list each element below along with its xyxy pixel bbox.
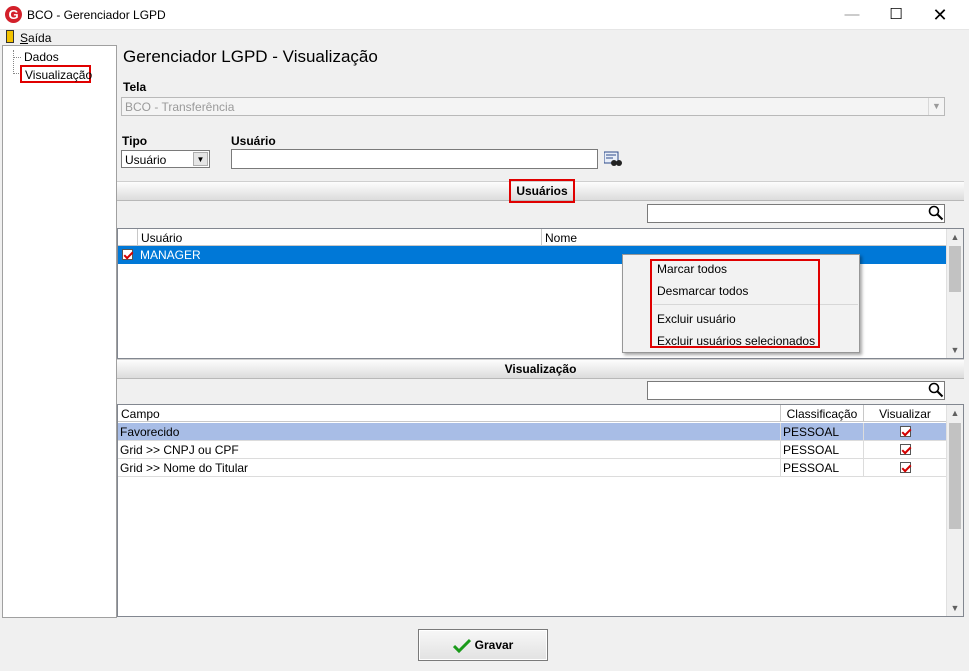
classificacao-cell: PESSOAL [781,441,864,459]
exit-door-icon [6,30,14,43]
menu-bar [0,30,969,45]
tree-connector [13,57,21,58]
minimize-button[interactable]: — [829,0,875,30]
column-header-campo[interactable]: Campo [118,405,781,422]
scrollbar-thumb[interactable] [949,246,961,292]
visualizar-checkbox[interactable] [864,423,947,441]
row-checkbox[interactable] [118,246,138,264]
window-title: BCO - Gerenciador LGPD [27,8,166,22]
tela-label: Tela [123,80,147,94]
check-icon [452,638,471,653]
table-row[interactable]: Grid >> CNPJ ou CPF PESSOAL [118,441,947,459]
column-header-classificacao[interactable]: Classificação [781,405,864,422]
search-icon[interactable] [928,382,944,398]
scroll-up-icon[interactable]: ▲ [947,229,963,245]
checkbox-column-header [118,229,138,246]
usuarios-section-title: Usuários [509,179,575,203]
usuarios-scrollbar[interactable]: ▲ ▼ [946,229,963,358]
visualizacao-section-bar: Visualização [117,359,964,379]
campo-cell: Grid >> Nome do Titular [118,459,781,477]
navigation-tree [2,45,117,618]
menu-exit[interactable]: Saída [20,31,51,45]
table-row[interactable]: Grid >> Nome do Titular PESSOAL [118,459,947,477]
check-icon [899,462,911,473]
scroll-up-icon[interactable]: ▲ [947,405,963,421]
check-icon [122,249,133,260]
check-icon [899,444,911,455]
maximize-button[interactable]: ☐ [873,0,919,30]
visualizar-checkbox[interactable] [864,459,947,477]
column-header-visualizar[interactable]: Visualizar [864,405,947,422]
search-icon[interactable] [928,205,944,221]
visualizacao-table: Campo Classificação Visualizar Favorecid… [117,404,964,617]
column-header-nome[interactable]: Nome [542,229,947,246]
visualizacao-scrollbar[interactable]: ▲ ▼ [946,405,963,616]
visualizacao-search-input[interactable] [647,381,945,400]
usuarios-search-input[interactable] [647,204,945,223]
page-title: Gerenciador LGPD - Visualização [123,47,378,66]
usuario-cell: MANAGER [138,246,542,264]
tree-item-visualizacao[interactable]: Visualização [20,65,92,83]
tipo-select-value: Usuário [125,153,167,167]
chevron-down-icon[interactable]: ▼ [193,152,208,166]
binoculars-icon[interactable] [604,151,622,167]
tipo-select[interactable]: Usuário ▼ [121,150,210,168]
visualizar-checkbox[interactable] [864,441,947,459]
app-logo-icon: G [5,6,22,23]
classificacao-cell: PESSOAL [781,459,864,477]
save-button-label: Gravar [474,638,514,652]
scroll-down-icon[interactable]: ▼ [947,600,963,616]
campo-cell: Grid >> CNPJ ou CPF [118,441,781,459]
tela-select-value: BCO - Transferência [125,100,235,114]
usuario-input[interactable] [231,149,598,169]
close-button[interactable]: ✕ [917,0,963,30]
column-header-usuario[interactable]: Usuário [138,229,542,246]
campo-cell: Favorecido [118,423,781,441]
tipo-label: Tipo [122,134,148,148]
tree-item-dados[interactable]: Dados [24,50,59,64]
tree-connector [13,50,14,74]
usuario-label: Usuário [231,134,276,148]
scrollbar-thumb[interactable] [949,423,961,529]
chevron-down-icon[interactable]: ▼ [928,98,944,115]
classificacao-cell: PESSOAL [781,423,864,441]
scroll-down-icon[interactable]: ▼ [947,342,963,358]
table-row[interactable]: Favorecido PESSOAL [118,423,947,441]
tela-select[interactable]: BCO - Transferência ▼ [121,97,945,116]
check-icon [899,426,911,437]
context-menu-highlight-outline [650,259,820,348]
save-button[interactable]: Gravar [418,629,548,661]
